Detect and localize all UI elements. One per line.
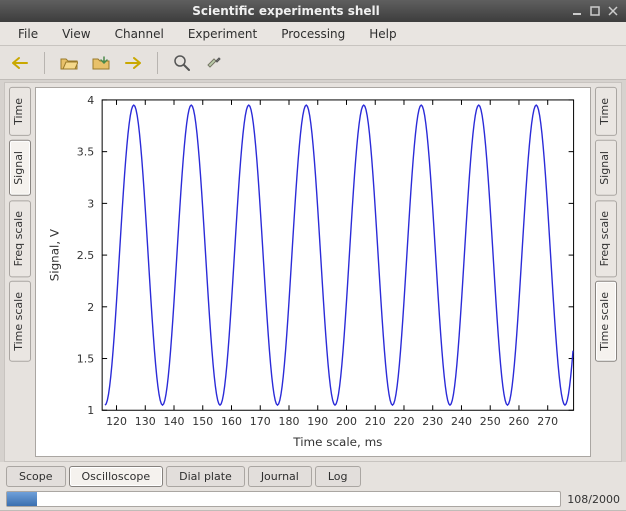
progress-label: 108/2000 [567,493,620,506]
progress-bar-fill [7,492,37,506]
svg-text:2: 2 [87,301,94,314]
right-tab-strip: Time Signal Freq scale Time scale [595,87,617,457]
right-tab-time-scale[interactable]: Time scale [595,281,617,362]
left-tab-time-scale[interactable]: Time scale [9,281,31,362]
window-title: Scientific experiments shell [6,4,566,18]
maximize-icon[interactable] [588,4,602,18]
progress-row: 108/2000 [0,488,626,510]
menu-view[interactable]: View [52,25,100,43]
tab-scope[interactable]: Scope [6,466,66,487]
back-icon[interactable] [8,51,32,75]
right-tab-signal[interactable]: Signal [595,140,617,196]
svg-text:260: 260 [509,415,530,428]
menu-help[interactable]: Help [359,25,406,43]
zoom-icon[interactable] [170,51,194,75]
menubar: File View Channel Experiment Processing … [0,22,626,46]
svg-text:130: 130 [135,415,156,428]
svg-text:160: 160 [221,415,242,428]
tab-oscilloscope[interactable]: Oscilloscope [69,466,164,487]
svg-text:150: 150 [192,415,213,428]
minimize-icon[interactable] [570,4,584,18]
svg-text:3: 3 [87,197,94,210]
svg-text:230: 230 [422,415,443,428]
menu-processing[interactable]: Processing [271,25,355,43]
svg-text:180: 180 [279,415,300,428]
progress-bar[interactable] [6,491,561,507]
save-file-icon[interactable] [89,51,113,75]
settings-icon[interactable] [202,51,226,75]
svg-text:3.5: 3.5 [77,146,94,159]
svg-text:1.5: 1.5 [77,353,94,366]
left-tab-signal[interactable]: Signal [9,140,31,196]
menu-experiment[interactable]: Experiment [178,25,267,43]
bottom-tab-strip: Scope Oscilloscope Dial plate Journal Lo… [0,462,626,488]
svg-text:250: 250 [480,415,501,428]
toolbar-sep [44,52,45,74]
svg-text:200: 200 [336,415,357,428]
left-tab-strip: Time Signal Freq scale Time scale [9,87,31,457]
left-tab-freq-scale[interactable]: Freq scale [9,200,31,277]
tab-journal[interactable]: Journal [248,466,312,487]
svg-text:140: 140 [164,415,185,428]
forward-icon[interactable] [121,51,145,75]
svg-text:220: 220 [394,415,415,428]
signal-plot: 120 130 140 150 160 170 180 190 200 210 220 230 240 2… [36,88,590,456]
svg-text:2.5: 2.5 [77,249,94,262]
svg-text:120: 120 [106,415,127,428]
tab-dial-plate[interactable]: Dial plate [166,466,245,487]
menu-file[interactable]: File [8,25,48,43]
svg-text:240: 240 [451,415,472,428]
svg-text:170: 170 [250,415,271,428]
toolbar [0,46,626,80]
svg-text:270: 270 [537,415,558,428]
svg-text:Time scale, ms: Time scale, ms [292,435,382,449]
svg-text:190: 190 [307,415,328,428]
main-area: Time Signal Freq scale Time scale Time S… [4,82,622,462]
right-tab-time[interactable]: Time [595,87,617,136]
menu-channel[interactable]: Channel [105,25,174,43]
toolbar-sep [157,52,158,74]
open-file-icon[interactable] [57,51,81,75]
close-icon[interactable] [606,4,620,18]
plot-panel[interactable]: 120 130 140 150 160 170 180 190 200 210 220 230 240 2… [35,87,591,457]
svg-text:1: 1 [87,404,94,417]
window-titlebar: Scientific experiments shell [0,0,626,22]
svg-text:Signal, V: Signal, V [47,228,61,281]
right-tab-freq-scale[interactable]: Freq scale [595,200,617,277]
svg-text:4: 4 [87,94,94,107]
svg-text:210: 210 [365,415,386,428]
left-tab-time[interactable]: Time [9,87,31,136]
tab-log[interactable]: Log [315,466,361,487]
